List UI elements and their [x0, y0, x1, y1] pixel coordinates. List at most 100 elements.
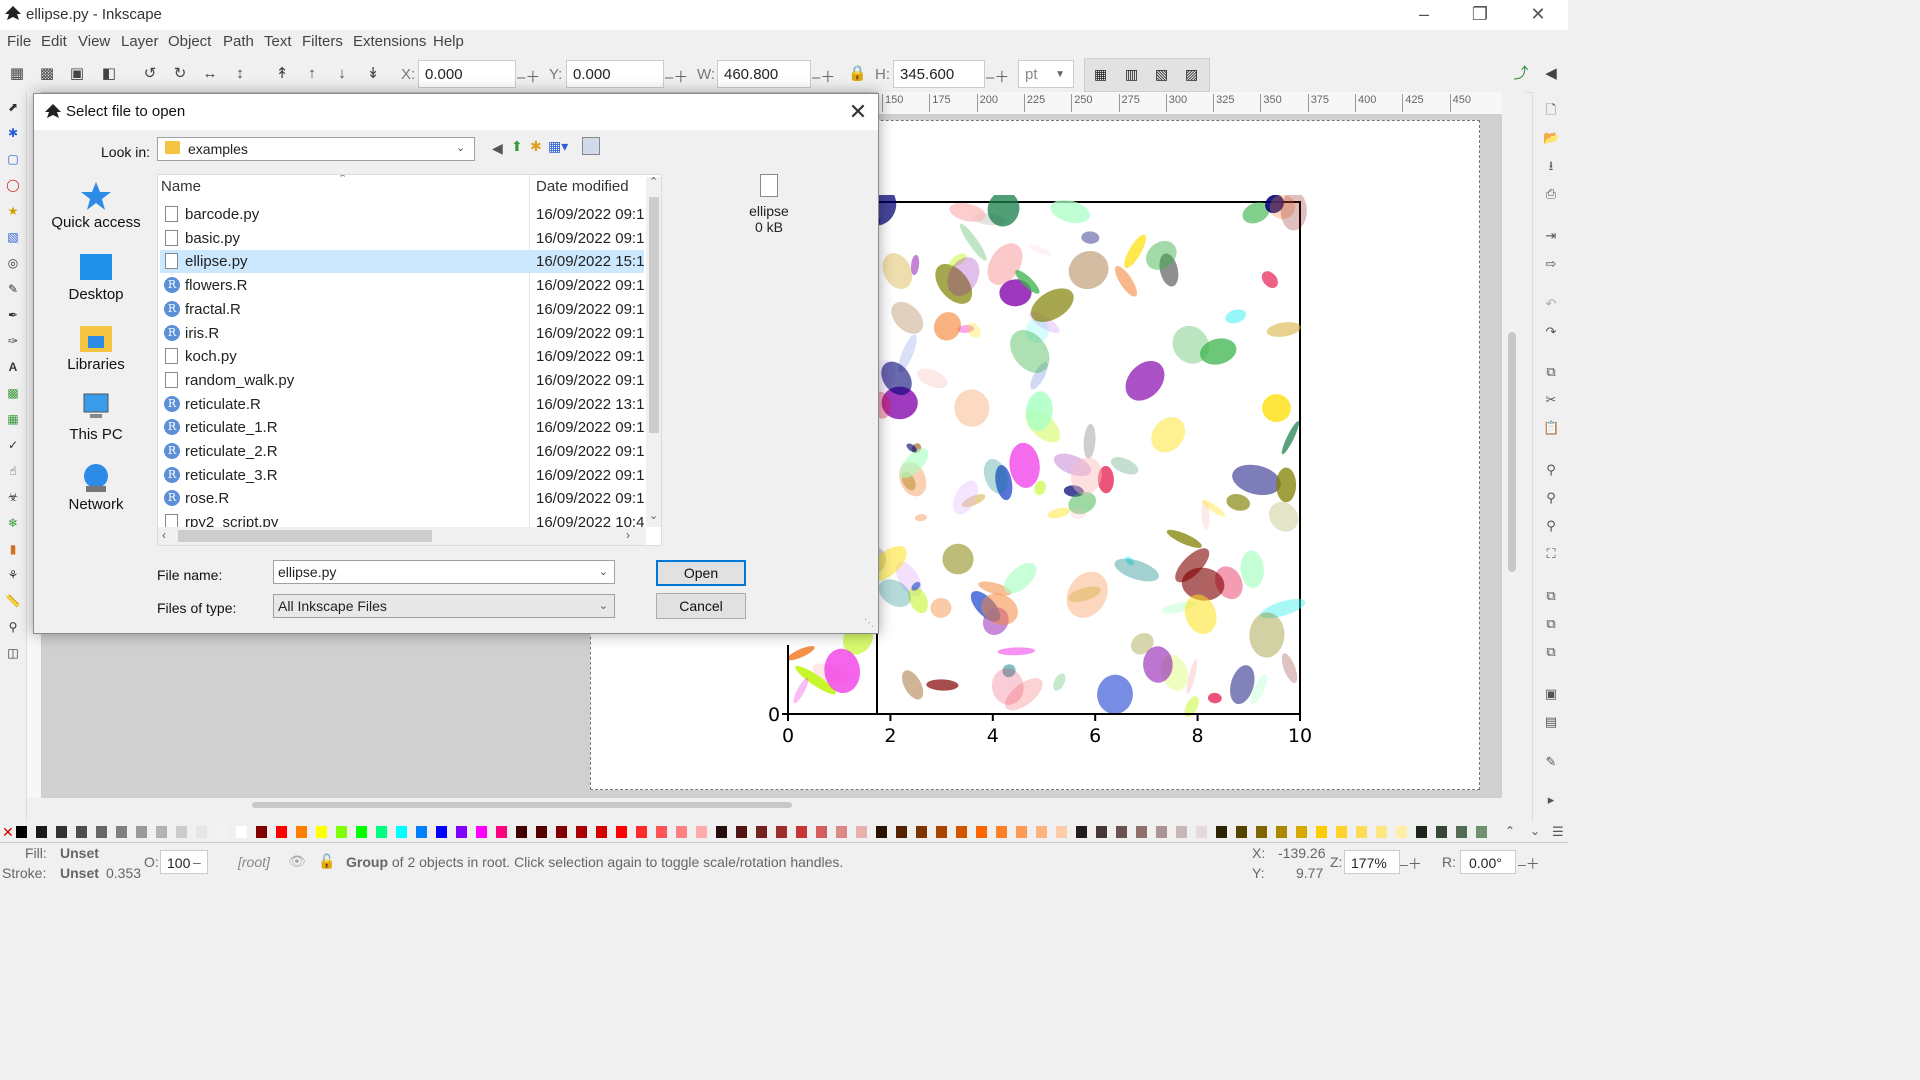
palette-swatch[interactable] — [596, 826, 607, 838]
place-this-pc[interactable]: This PC — [40, 392, 152, 443]
rotate-stepper[interactable]: –＋ — [1518, 854, 1540, 874]
open-document-icon[interactable]: 📂 — [1543, 130, 1559, 146]
dialog-close-button[interactable]: ✕ — [844, 98, 872, 126]
column-header-date[interactable]: Date modified — [536, 178, 629, 195]
palette-scroll-up-icon[interactable]: ⌃ — [1505, 824, 1515, 838]
lower-to-bottom-icon[interactable]: ↡ — [364, 65, 382, 83]
y-input[interactable]: 0.000 — [566, 60, 664, 88]
cancel-button[interactable]: Cancel — [656, 593, 746, 619]
current-layer[interactable]: [root] — [238, 854, 270, 870]
palette-swatch[interactable] — [1416, 826, 1427, 838]
palette-swatch[interactable] — [856, 826, 867, 838]
menu-filters[interactable]: Filters — [302, 33, 343, 50]
h-input[interactable]: 345.600 — [893, 60, 985, 88]
file-list[interactable]: Name ⌃ Date modified barcode.py 16/09/202… — [157, 174, 662, 546]
zoom-input[interactable]: 177% — [1344, 850, 1400, 874]
file-row[interactable]: Rfractal.R 16/09/2022 09:1 — [160, 298, 644, 321]
vertical-scroll-thumb[interactable] — [1508, 332, 1516, 572]
unlink-clone-icon[interactable]: ⧉ — [1543, 644, 1559, 660]
back-icon[interactable]: ◀ — [492, 140, 503, 157]
select-all-layers-icon[interactable]: ▩ — [38, 65, 56, 83]
palette-swatch[interactable] — [976, 826, 987, 838]
snap-toggle-icon[interactable]: ⤴ — [1512, 65, 1530, 83]
palette-swatch[interactable] — [1436, 826, 1447, 838]
view-menu-icon[interactable]: ▦▾ — [548, 138, 568, 155]
file-list-hscroll[interactable]: ‹ › — [158, 527, 646, 545]
rotate-ccw-icon[interactable]: ↺ — [141, 65, 159, 83]
palette-swatch[interactable] — [1336, 826, 1347, 838]
palette-swatch[interactable] — [36, 826, 47, 838]
file-row[interactable]: basic.py 16/09/2022 09:1 — [160, 227, 644, 250]
vertical-scrollbar[interactable] — [1503, 92, 1525, 798]
dropper-tool-icon[interactable]: ✓ — [4, 436, 22, 454]
palette-swatch[interactable] — [1196, 826, 1207, 838]
palette-swatch[interactable] — [496, 826, 507, 838]
new-folder-icon[interactable]: ✱ — [530, 138, 542, 155]
palette-swatch[interactable] — [836, 826, 847, 838]
y-stepper[interactable]: –＋ — [665, 66, 688, 87]
palette-swatch[interactable] — [736, 826, 747, 838]
calligraphy-tool-icon[interactable]: ✑ — [4, 332, 22, 350]
fill-value[interactable]: Unset — [60, 845, 99, 861]
save-icon[interactable]: ⭳ — [1543, 158, 1559, 174]
file-row[interactable]: Rrose.R 16/09/2022 09:1 — [160, 487, 644, 510]
menu-object[interactable]: Object — [168, 33, 211, 50]
duplicate-icon[interactable]: ⧉ — [1543, 588, 1559, 604]
up-folder-icon[interactable]: ⬆ — [511, 138, 523, 155]
menu-help[interactable]: Help — [433, 33, 464, 50]
palette-swatch[interactable] — [1456, 826, 1467, 838]
file-row[interactable]: Rreticulate_3.R 16/09/2022 09:1 — [160, 464, 644, 487]
palette-swatch[interactable] — [216, 826, 227, 838]
file-row[interactable]: Rreticulate_2.R 16/09/2022 09:1 — [160, 440, 644, 463]
palette-swatch[interactable] — [236, 826, 247, 838]
file-list-vscroll[interactable]: ⌃ ⌄ — [646, 175, 661, 527]
palette-swatch[interactable] — [1316, 826, 1327, 838]
palette-swatch[interactable] — [816, 826, 827, 838]
star-tool-icon[interactable]: ★ — [4, 202, 22, 220]
stroke-width-value[interactable]: 0.353 — [106, 865, 141, 881]
palette-swatch[interactable] — [256, 826, 267, 838]
rotate-cw-icon[interactable]: ↻ — [171, 65, 189, 83]
spiral-tool-icon[interactable]: ◎ — [4, 254, 22, 272]
palette-scroll-down-icon[interactable]: ⌄ — [1530, 824, 1540, 838]
paste-icon[interactable]: 📋 — [1543, 420, 1559, 436]
palette-swatch[interactable] — [76, 826, 87, 838]
file-row[interactable]: koch.py 16/09/2022 09:1 — [160, 345, 644, 368]
menu-extensions[interactable]: Extensions — [353, 33, 426, 50]
palette-swatch[interactable] — [156, 826, 167, 838]
pen-tool-icon[interactable]: ✒ — [4, 306, 22, 324]
resize-grip-icon[interactable]: ⋱ — [864, 618, 874, 629]
palette-swatch[interactable] — [756, 826, 767, 838]
palette-swatch[interactable] — [536, 826, 547, 838]
scale-stroke-icon[interactable]: ▦ — [1094, 66, 1107, 83]
palette-swatch[interactable] — [936, 826, 947, 838]
menu-path[interactable]: Path — [223, 33, 254, 50]
lower-icon[interactable]: ↓ — [333, 65, 351, 83]
x-input[interactable]: 0.000 — [418, 60, 516, 88]
palette-swatch[interactable] — [1376, 826, 1387, 838]
stroke-value[interactable]: Unset — [60, 865, 99, 881]
layer-lock-icon[interactable]: 🔓 — [318, 853, 335, 870]
rotate-input[interactable]: 0.00° — [1460, 850, 1516, 874]
scroll-up-icon[interactable]: ⌃ — [649, 175, 658, 188]
palette-swatch[interactable] — [396, 826, 407, 838]
preview-toggle-icon[interactable] — [582, 137, 600, 155]
gradient-tool-icon[interactable]: ▩ — [4, 384, 22, 402]
palette-swatch[interactable] — [1076, 826, 1087, 838]
palette-swatch[interactable] — [296, 826, 307, 838]
palette-swatch[interactable] — [336, 826, 347, 838]
no-paint-icon[interactable]: ✕ — [2, 824, 14, 841]
palette-swatch[interactable] — [476, 826, 487, 838]
eraser-tool-icon[interactable]: ▮ — [4, 540, 22, 558]
palette-swatch[interactable] — [456, 826, 467, 838]
layer-visibility-icon[interactable]: 👁 — [288, 853, 306, 870]
expand-commands-icon[interactable]: ▸ — [1543, 792, 1559, 808]
palette-swatch[interactable] — [1116, 826, 1127, 838]
raise-to-top-icon[interactable]: ↟ — [273, 65, 291, 83]
palette-swatch[interactable] — [196, 826, 207, 838]
zoom-width-icon[interactable]: ⛶ — [1543, 546, 1559, 562]
select-same-icon[interactable]: ◧ — [100, 65, 118, 83]
palette-swatch[interactable] — [1356, 826, 1367, 838]
file-row[interactable]: random_walk.py 16/09/2022 09:1 — [160, 369, 644, 392]
place-desktop[interactable]: Desktop — [40, 252, 152, 303]
